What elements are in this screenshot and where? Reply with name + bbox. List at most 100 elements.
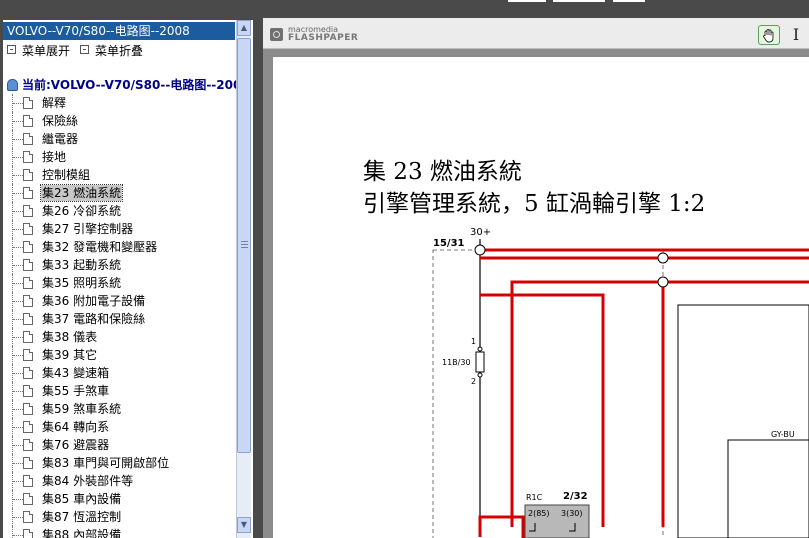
document-icon — [23, 151, 33, 163]
top-bar-segment — [508, 0, 546, 2]
document-icon — [23, 187, 33, 199]
tree-item[interactable]: 集64 轉向系 — [3, 418, 239, 436]
document-viewport[interactable]: 30+ 15/31 1 11B/30 2 R1C 2/32 2(85) 3(30… — [263, 49, 809, 538]
tree-item[interactable]: 集59 煞車系統 — [3, 400, 239, 418]
junction — [657, 276, 669, 288]
junction — [657, 252, 669, 264]
tree-item-label: 集87 恆溫控制 — [42, 510, 122, 524]
tree-connector — [12, 130, 23, 148]
tree-item[interactable]: 集88 內部設備 — [3, 526, 239, 538]
tree-item[interactable]: 集83 車門與可開啟部位 — [3, 454, 239, 472]
scroll-up-icon[interactable]: ▲ — [237, 20, 251, 36]
tree-connector — [12, 526, 23, 538]
tree-item-label: 集39 其它 — [42, 348, 98, 362]
text-tool-button[interactable]: I — [790, 24, 802, 46]
document-icon — [23, 511, 33, 523]
tree-item[interactable]: 集38 儀表 — [3, 328, 239, 346]
tree-item-label: 接地 — [42, 150, 67, 164]
tree-item[interactable]: 集26 冷卻系統 — [3, 202, 239, 220]
scroll-grip — [241, 244, 248, 245]
tree-item[interactable]: 繼電器 — [3, 130, 239, 148]
document-icon — [23, 475, 33, 487]
tree-item-label: 繼電器 — [42, 132, 79, 146]
document-icon — [23, 403, 33, 415]
tree-item-label: 集33 起動系統 — [42, 258, 122, 272]
tree-item[interactable]: 集27 引擎控制器 — [3, 220, 239, 238]
tree-item[interactable]: 集36 附加電子設備 — [3, 292, 239, 310]
tree-item[interactable]: 集85 車內設備 — [3, 490, 239, 508]
tree-item[interactable]: 保險絲 — [3, 112, 239, 130]
document-icon — [23, 241, 33, 253]
tree-connector — [12, 202, 23, 220]
tree-item-label: 集36 附加電子設備 — [42, 294, 146, 308]
tree-item[interactable]: 集35 照明系統 — [3, 274, 239, 292]
tree-item[interactable]: 控制模組 — [3, 166, 239, 184]
document-icon — [23, 331, 33, 343]
expand-menu-label: 菜单展开 — [22, 44, 71, 58]
tree-item-label: 解釋 — [42, 96, 67, 110]
tree-connector — [12, 508, 23, 526]
tree-item-label: 集83 車門與可開啟部位 — [42, 456, 170, 470]
tree-connector — [12, 238, 23, 256]
tree-item-label: 集37 電路和保險絲 — [42, 312, 146, 326]
label-30: 30+ — [470, 227, 491, 238]
tree-item[interactable]: 集33 起動系統 — [3, 256, 239, 274]
tree-item-label: 集26 冷卻系統 — [42, 204, 122, 218]
tree-item-label: 集88 內部設備 — [42, 528, 122, 538]
tree-item[interactable]: 集37 電路和保險絲 — [3, 310, 239, 328]
tree-item-label: 控制模組 — [42, 168, 91, 182]
expand-icon — [7, 45, 16, 54]
tree-connector — [12, 310, 23, 328]
tree-item[interactable]: 集55 手煞車 — [3, 382, 239, 400]
tree-item-label: 集23 燃油系統 — [39, 184, 124, 202]
tree-item-label: 集64 轉向系 — [42, 420, 110, 434]
tree-item[interactable]: 接地 — [3, 148, 239, 166]
document-icon — [23, 259, 33, 271]
logo-bottom-text: FLASHPAPER — [288, 33, 359, 43]
tree-connector — [12, 454, 23, 472]
collapse-menu-button[interactable]: 菜单折叠 — [80, 44, 143, 58]
tree-item[interactable]: 集32 發電機和變壓器 — [3, 238, 239, 256]
document-icon — [23, 169, 33, 181]
tree-connector — [12, 418, 23, 436]
tree-item[interactable]: 集84 外裝部件等 — [3, 472, 239, 490]
tree-item[interactable]: 解釋 — [3, 94, 239, 112]
tree-root[interactable]: 当前:VOLVO--V70/S80--电路图--2008 — [7, 77, 250, 93]
document-page: 30+ 15/31 1 11B/30 2 R1C 2/32 2(85) 3(30… — [273, 57, 809, 538]
document-icon — [23, 367, 33, 379]
label-gy-bu: GY-BU — [771, 430, 795, 439]
document-icon — [23, 349, 33, 361]
wiring-diagram: 30+ 15/31 1 11B/30 2 R1C 2/32 2(85) 3(30… — [432, 227, 809, 538]
database-icon — [7, 79, 18, 91]
tree-connector — [12, 382, 23, 400]
text-cursor-icon: I — [792, 25, 800, 44]
tree-connector — [12, 472, 23, 490]
scroll-thumb[interactable] — [237, 38, 251, 453]
tree-item[interactable]: 集39 其它 — [3, 346, 239, 364]
pane-divider[interactable] — [253, 16, 261, 538]
tree-item-label: 集85 車內設備 — [42, 492, 122, 506]
document-icon — [23, 385, 33, 397]
tree-item[interactable]: 集23 燃油系統 — [3, 184, 239, 202]
document-icon — [23, 313, 33, 325]
tree-item[interactable]: 集87 恆溫控制 — [3, 508, 239, 526]
document-icon — [23, 493, 33, 505]
red-wire — [478, 515, 525, 538]
tree-item[interactable]: 集43 變速箱 — [3, 364, 239, 382]
tree-connector — [12, 292, 23, 310]
tree-item[interactable]: 集76 避震器 — [3, 436, 239, 454]
expand-menu-button[interactable]: 菜单展开 — [7, 44, 70, 58]
document-icon — [23, 97, 33, 109]
tree-connector — [12, 112, 23, 130]
tree-scrollbar[interactable]: ▲ ▼ — [236, 20, 251, 538]
scroll-down-icon[interactable]: ▼ — [237, 517, 251, 533]
tree-connector — [12, 220, 23, 238]
hand-tool-button[interactable] — [758, 25, 780, 45]
fuse-11b-30 — [475, 351, 485, 373]
junction — [474, 244, 486, 256]
viewer-toolbar: macromedia FLASHPAPER I — [263, 18, 809, 49]
macromedia-icon — [270, 28, 283, 41]
tree-connector — [12, 364, 23, 382]
document-icon — [23, 295, 33, 307]
tree-item-label: 集76 避震器 — [42, 438, 110, 452]
